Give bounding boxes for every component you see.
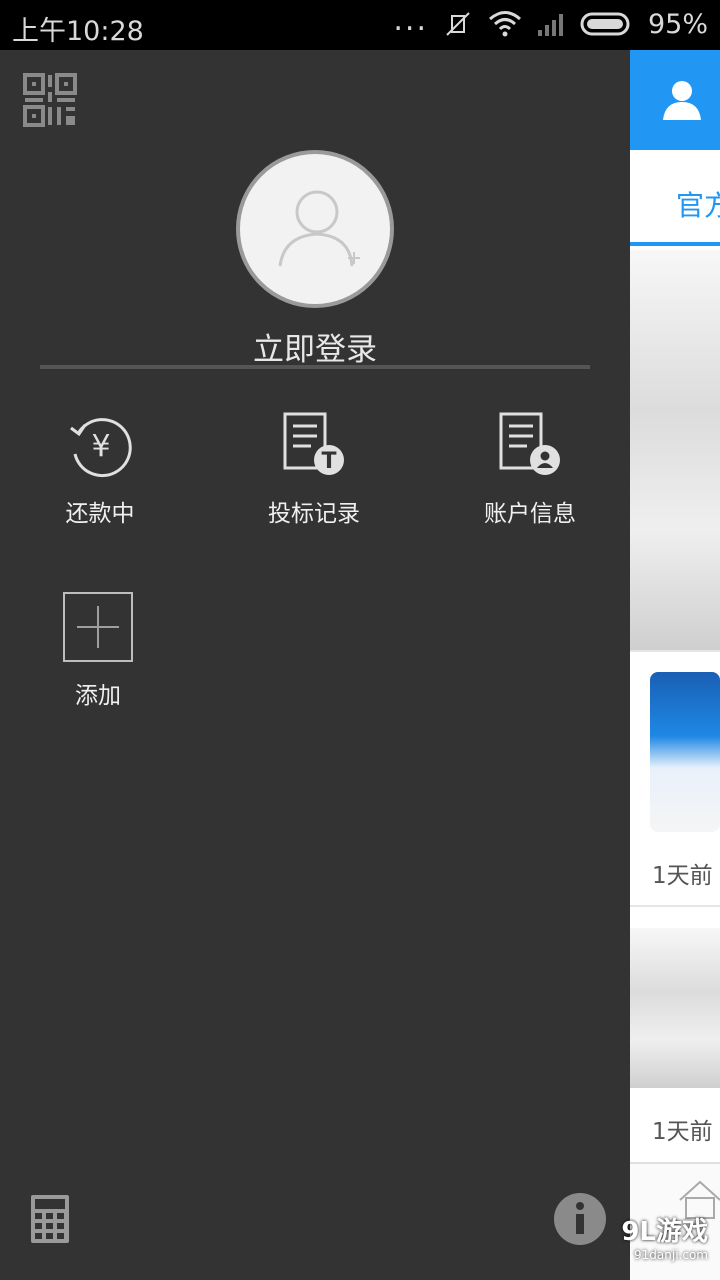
menu-item-account-info[interactable]: 账户信息 bbox=[430, 410, 630, 528]
list-item-time: 1天前 bbox=[652, 863, 713, 889]
watermark-site: 91danji.com bbox=[634, 1248, 708, 1262]
menu-item-bid-record[interactable]: T 投标记录 bbox=[214, 410, 414, 528]
status-bar: 上午10:28 ... 95% bbox=[0, 0, 720, 50]
watermark-brand: 9L游戏 bbox=[621, 1217, 708, 1247]
navigation-drawer: 立即登录 ¥ 还款中 T 投标记录 账户信息 添加 bbox=[0, 50, 630, 1280]
battery-percent: 95% bbox=[647, 8, 708, 40]
tab-official-label: 官方 bbox=[676, 189, 720, 222]
user-icon[interactable] bbox=[660, 78, 704, 122]
menu-item-add[interactable]: 添加 bbox=[0, 592, 198, 710]
menu-item-repayment[interactable]: ¥ 还款中 bbox=[0, 410, 200, 528]
add-user-icon bbox=[278, 190, 360, 267]
battery-icon bbox=[580, 12, 630, 36]
list-item-image[interactable] bbox=[630, 250, 720, 650]
status-time: 上午10:28 bbox=[12, 16, 144, 47]
list-item-image[interactable] bbox=[630, 928, 720, 1088]
list-item-image[interactable] bbox=[650, 672, 720, 832]
status-icons: ... 95% bbox=[393, 3, 708, 40]
wifi-icon bbox=[489, 11, 521, 37]
main-content: 官方 1天前 1天前 bbox=[630, 50, 720, 1280]
menu-item-label: 投标记录 bbox=[268, 501, 360, 527]
account-info-icon bbox=[499, 412, 560, 475]
divider bbox=[630, 905, 720, 907]
qr-code-icon[interactable] bbox=[22, 72, 78, 128]
bid-record-icon: T bbox=[283, 412, 344, 475]
list-item-time: 1天前 bbox=[652, 1119, 713, 1145]
avatar[interactable] bbox=[236, 150, 394, 308]
add-plus-icon bbox=[63, 592, 133, 662]
login-button[interactable]: 立即登录 bbox=[0, 324, 630, 369]
svg-text:¥: ¥ bbox=[91, 429, 110, 464]
signal-icon bbox=[537, 14, 563, 36]
more-notifications-icon: ... bbox=[393, 3, 428, 38]
menu-item-label: 账户信息 bbox=[484, 501, 576, 527]
info-icon[interactable] bbox=[553, 1192, 607, 1246]
mute-vibrate-icon bbox=[446, 12, 470, 36]
divider bbox=[40, 365, 590, 369]
menu-item-label: 还款中 bbox=[65, 501, 135, 527]
menu-item-label: 添加 bbox=[75, 683, 121, 709]
svg-text:T: T bbox=[321, 449, 336, 474]
watermark-logo: 9L游戏 91danji.com bbox=[621, 1211, 708, 1262]
repayment-yen-icon: ¥ bbox=[70, 418, 132, 478]
divider bbox=[630, 650, 720, 652]
main-header bbox=[630, 50, 720, 150]
calculator-icon[interactable] bbox=[30, 1194, 70, 1244]
app-screen: 上午10:28 ... 95% 立即登录 ¥ 还款中 T 投标记录 账户信息 添… bbox=[0, 0, 720, 1280]
